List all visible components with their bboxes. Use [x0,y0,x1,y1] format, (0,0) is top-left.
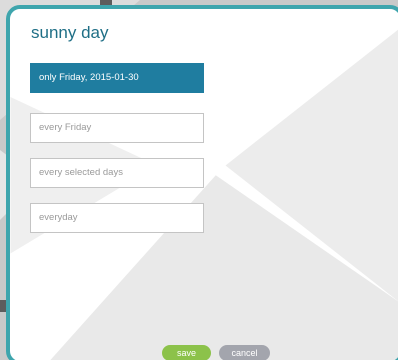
option-every-selected-days[interactable]: every selected days [30,158,204,188]
option-everyday[interactable]: everyday [30,203,204,233]
option-only-friday[interactable]: only Friday, 2015-01-30 [30,63,204,93]
option-every-friday[interactable]: every Friday [30,113,204,143]
save-button[interactable]: save [162,345,211,360]
schedule-dialog: sunny day only Friday, 2015-01-30 every … [6,5,398,360]
dialog-title: sunny day [31,23,109,42]
cancel-button[interactable]: cancel [219,345,270,360]
